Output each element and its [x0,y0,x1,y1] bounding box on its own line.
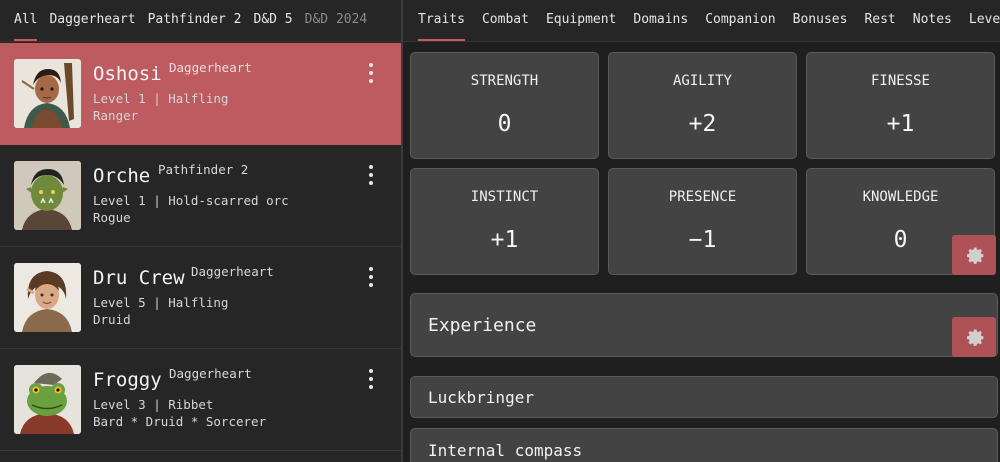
trait-value: −1 [688,227,717,253]
character-portrait [14,263,81,332]
more-vertical-icon[interactable] [363,63,379,83]
character-portrait [14,59,81,128]
tab-dnd-5[interactable]: D&D 5 [254,0,293,42]
experience-section[interactable]: Experience [410,293,998,357]
character-row-dru-crew[interactable]: Dru Crew Daggerheart Level 5 | Halfling … [0,247,401,349]
character-name: Froggy [93,369,162,391]
tab-notes[interactable]: Notes [913,0,952,42]
trait-name: FINESSE [870,73,930,89]
trait-card-presence[interactable]: PRESENCE −1 [608,168,797,275]
character-system: Pathfinder 2 [158,162,249,177]
more-vertical-icon[interactable] [363,369,379,389]
character-class: Bard * Druid * Sorcerer [93,414,267,429]
character-level-ancestry: Level 5 | Halfling [93,295,229,310]
trait-name: PRESENCE [668,189,737,205]
experience-item-title: Internal compass [428,441,583,460]
character-class: Rogue [93,210,131,225]
more-vertical-icon[interactable] [363,165,379,185]
tab-companion[interactable]: Companion [705,0,775,42]
experience-item-title: Luckbringer [428,388,534,407]
tab-pathfinder-2[interactable]: Pathfinder 2 [148,0,242,42]
trait-value: 0 [497,111,512,137]
system-filter-tabs: All Daggerheart Pathfinder 2 D&D 5 D&D 2… [0,0,401,42]
character-row-oshosi[interactable]: Oshosi Daggerheart Level 1 | Halfling Ra… [0,43,401,145]
tab-dnd-2024[interactable]: D&D 2024 [305,0,368,42]
character-name: Orche [93,165,151,187]
trait-value: +1 [490,227,519,253]
sheet-tabs: Traits Combat Equipment Domains Companio… [403,0,1000,42]
character-row-orche[interactable]: Orche Pathfinder 2 Level 1 | Hold-scarre… [0,145,401,247]
character-sheet-pane: Traits Combat Equipment Domains Companio… [403,0,1000,462]
character-system: Daggerheart [191,264,274,279]
character-level-ancestry: Level 1 | Halfling [93,91,229,106]
trait-name: INSTINCT [470,189,539,205]
tab-traits[interactable]: Traits [418,0,465,42]
tab-daggerheart[interactable]: Daggerheart [49,0,135,42]
gear-icon[interactable] [952,235,996,275]
experience-item[interactable]: Internal compass [410,428,998,462]
tab-combat[interactable]: Combat [482,0,529,42]
character-portrait [14,365,81,434]
trait-card-instinct[interactable]: INSTINCT +1 [410,168,599,275]
tab-all[interactable]: All [14,0,38,42]
trait-name: AGILITY [672,73,732,89]
character-system: Daggerheart [169,60,252,75]
tab-bonuses[interactable]: Bonuses [793,0,848,42]
character-name: Oshosi [93,63,162,85]
character-level-ancestry: Level 1 | Hold-scarred orc [93,193,289,208]
character-row-froggy[interactable]: Froggy Daggerheart Level 3 | Ribbet Bard… [0,349,401,451]
character-class: Ranger [93,108,139,123]
trait-card-agility[interactable]: AGILITY +2 [608,52,797,159]
experience-title: Experience [428,315,537,336]
character-list-pane: All Daggerheart Pathfinder 2 D&D 5 D&D 2… [0,0,401,462]
trait-value: +1 [886,111,915,137]
trait-value: +2 [688,111,717,137]
trait-name: STRENGTH [470,73,539,89]
experience-item[interactable]: Luckbringer [410,376,998,418]
tab-leveling[interactable]: Leveling [969,0,1000,42]
trait-card-strength[interactable]: STRENGTH 0 [410,52,599,159]
character-level-ancestry: Level 3 | Ribbet [93,397,214,412]
trait-card-finesse[interactable]: FINESSE +1 [806,52,995,159]
tab-equipment[interactable]: Equipment [546,0,616,42]
character-class: Druid [93,312,131,327]
trait-name: KNOWLEDGE [862,189,939,205]
tab-domains[interactable]: Domains [633,0,688,42]
tab-rest[interactable]: Rest [864,0,895,42]
character-portrait [14,161,81,230]
gear-icon[interactable] [952,317,996,357]
character-system: Daggerheart [169,366,252,381]
more-vertical-icon[interactable] [363,267,379,287]
character-name: Dru Crew [93,267,185,289]
